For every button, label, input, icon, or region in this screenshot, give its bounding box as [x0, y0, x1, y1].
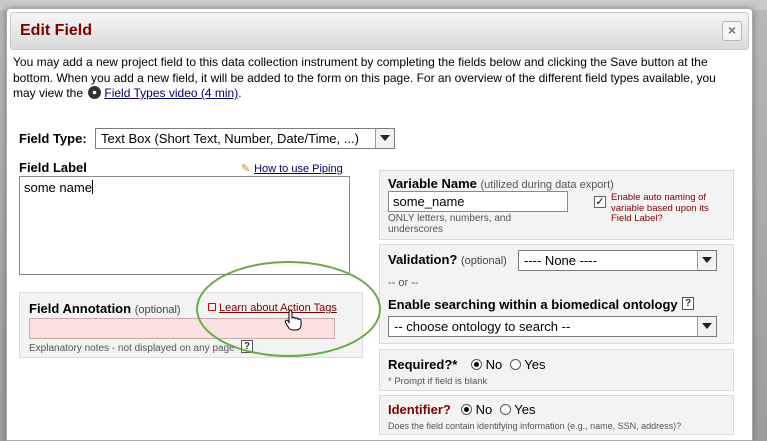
field-type-select[interactable]: Text Box (Short Text, Number, Date/Time,…: [95, 128, 395, 149]
identifier-yes-radio[interactable]: [499, 404, 511, 415]
field-annotation-note: Explanatory notes - not displayed on any…: [29, 343, 235, 354]
auto-naming-checkbox[interactable]: ✓: [594, 196, 606, 208]
how-to-use-piping-link[interactable]: How to use Piping: [254, 163, 343, 175]
field-type-value: Text Box (Short Text, Number, Date/Time,…: [101, 131, 359, 146]
validation-label: Validation? (optional): [388, 252, 507, 267]
ontology-select[interactable]: -- choose ontology to search --: [388, 316, 717, 337]
dialog-titlebar: Edit Field ×: [10, 12, 749, 50]
required-note: * Prompt if field is blank: [388, 376, 488, 387]
or-divider: -- or --: [388, 277, 419, 289]
auto-naming-label: Enable auto naming of variable based upo…: [611, 192, 709, 224]
required-label: Required?*: [388, 357, 458, 372]
field-types-video-link[interactable]: Field Types video (4 min): [104, 86, 238, 100]
identifier-label: Identifier?: [388, 402, 451, 417]
required-no-label: No: [485, 357, 503, 372]
film-reel-icon: [88, 86, 102, 99]
intro-end: .: [238, 86, 242, 100]
variable-name-note: ONLY letters, numbers, and underscores: [388, 213, 512, 235]
variable-name-label-text: Variable Name: [388, 176, 477, 191]
dialog-title: Edit Field: [20, 22, 92, 39]
variable-name-hint: (utilized during data export): [480, 179, 614, 191]
identifier-note: Does the field contain identifying infor…: [388, 421, 682, 431]
variable-name-label: Variable Name (utilized during data expo…: [388, 176, 614, 191]
field-annotation-optional: (optional): [134, 304, 181, 316]
field-label-textarea[interactable]: some name: [19, 176, 350, 275]
field-annotation-label-text: Field Annotation: [29, 301, 132, 316]
required-options: No Yes: [471, 357, 545, 372]
pencil-icon: ✎: [241, 163, 251, 175]
validation-label-text: Validation?: [388, 252, 458, 267]
field-type-label: Field Type:: [19, 131, 87, 146]
intro-text: You may add a new project field to this …: [13, 55, 733, 102]
ontology-label: Enable searching within a biomedical ont…: [388, 297, 678, 312]
text-cursor: [91, 180, 93, 194]
hand-pointer-icon: [284, 309, 302, 331]
chevron-down-icon[interactable]: [375, 129, 394, 148]
field-annotation-label: Field Annotation (optional): [29, 301, 181, 316]
identifier-no-label: No: [475, 402, 493, 417]
close-button[interactable]: ×: [722, 21, 742, 41]
ontology-help-icon[interactable]: ?: [682, 297, 694, 310]
identifier-options: No Yes: [461, 402, 535, 417]
validation-value: ---- None ----: [524, 253, 597, 268]
required-no-radio[interactable]: [471, 359, 482, 370]
variable-name-input[interactable]: some_name: [388, 191, 568, 212]
required-yes-label: Yes: [524, 357, 546, 372]
validation-select[interactable]: ---- None ----: [518, 250, 717, 271]
variable-name-value: some_name: [393, 194, 465, 209]
field-label-value: some name: [24, 180, 92, 195]
chevron-down-icon[interactable]: [697, 251, 716, 270]
piping-help: ✎ How to use Piping: [241, 162, 343, 175]
identifier-yes-label: Yes: [514, 402, 536, 417]
field-label-heading: Field Label: [19, 160, 87, 175]
required-yes-radio[interactable]: [509, 359, 521, 370]
validation-optional: (optional): [460, 255, 507, 267]
chevron-down-icon[interactable]: [697, 317, 716, 336]
ontology-value: -- choose ontology to search --: [394, 319, 571, 334]
identifier-no-radio[interactable]: [461, 404, 472, 415]
